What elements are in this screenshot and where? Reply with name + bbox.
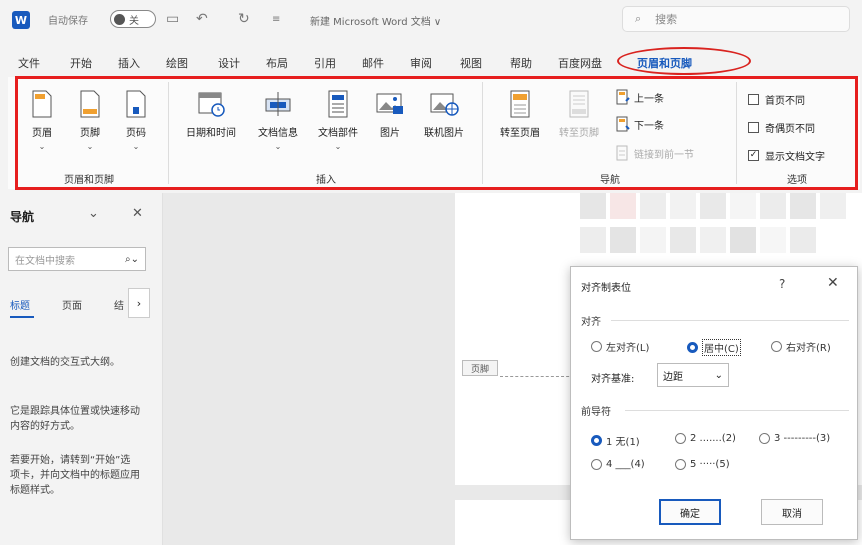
radio-label: 2 .......(2) — [690, 433, 736, 444]
annotation-rectangle — [15, 76, 858, 190]
leader-none-radio[interactable]: 1 无(1) — [591, 433, 640, 448]
tab-help[interactable]: 帮助 — [510, 55, 532, 71]
autosave-toggle[interactable]: 关 — [110, 10, 156, 28]
search-box[interactable]: ⌕ 搜索 — [622, 6, 850, 32]
ok-button[interactable]: 确定 — [659, 499, 721, 525]
autosave-label: 自动保存 — [48, 16, 88, 27]
tab-view[interactable]: 视图 — [460, 55, 482, 71]
align-base-value: 边距 — [663, 371, 683, 383]
autosave-state: 关 — [129, 15, 139, 27]
search-placeholder: 搜索 — [655, 13, 678, 26]
align-left-radio[interactable]: 左对齐(L) — [591, 339, 649, 354]
tab-review[interactable]: 审阅 — [410, 55, 432, 71]
radio-circle — [771, 341, 782, 352]
search-icon: ⌕ — [635, 12, 642, 25]
tab-mailings[interactable]: 邮件 — [362, 55, 384, 71]
radio-label: 1 无(1) — [606, 437, 640, 448]
nav-help-text-1: 创建文档的交互式大纲。 — [10, 357, 120, 368]
leader-dots-radio[interactable]: 2 .......(2) — [675, 433, 736, 444]
radio-circle — [591, 459, 602, 470]
save-icon[interactable]: ▭ — [166, 11, 179, 27]
nav-help-text-3: 若要开始，请转到“开始”选项卡，并向文档中的标题应用标题样式。 — [10, 455, 140, 496]
align-center-radio[interactable]: 居中(C) — [687, 339, 741, 356]
section-divider — [611, 320, 849, 321]
tab-references[interactable]: 引用 — [314, 55, 336, 71]
align-right-radio[interactable]: 右对齐(R) — [771, 339, 831, 354]
word-logo-icon: W — [12, 11, 30, 29]
radio-circle — [675, 459, 686, 470]
tab-insert[interactable]: 插入 — [118, 55, 140, 71]
nav-search-input[interactable]: 在文档中搜索 ⌕⌄ — [8, 247, 146, 271]
radio-circle-selected — [687, 342, 698, 353]
leader-section-label: 前导符 — [581, 407, 611, 418]
radio-circle — [675, 433, 686, 444]
radio-circle — [591, 341, 602, 352]
align-tab-dialog: 对齐制表位 ? ✕ 对齐 左对齐(L) 居中(C) 右对齐(R) 对齐基准: 边… — [570, 266, 858, 540]
annotation-ellipse — [617, 47, 751, 75]
scroll-right-button[interactable]: › — [128, 288, 150, 318]
tab-draw[interactable]: 绘图 — [166, 55, 188, 71]
customize-icon[interactable]: ≡ — [272, 14, 280, 25]
radio-label: 右对齐(R) — [786, 343, 831, 354]
redo-icon[interactable]: ↻ — [238, 11, 250, 27]
leader-middot-radio[interactable]: 5 ·····(5) — [675, 459, 730, 470]
nav-tab-pages[interactable]: 页面 — [62, 297, 82, 312]
close-icon[interactable]: ✕ — [827, 275, 839, 291]
toggle-knob — [114, 13, 125, 25]
radio-label: 左对齐(L) — [606, 343, 650, 354]
tab-design[interactable]: 设计 — [218, 55, 240, 71]
footer-tag: 页脚 — [462, 360, 498, 376]
radio-label: 5 ·····(5) — [690, 459, 730, 470]
chevron-down-icon: ⌄ — [714, 369, 723, 381]
align-base-select[interactable]: 边距 ⌄ — [657, 363, 729, 387]
leader-underline-radio[interactable]: 4 ___(4) — [591, 459, 645, 470]
help-icon[interactable]: ? — [779, 277, 785, 291]
nav-tab-headings[interactable]: 标题 — [10, 297, 30, 312]
tab-baidu-netdisk[interactable]: 百度网盘 — [558, 55, 602, 71]
pixelated-region — [580, 193, 862, 263]
align-section-label: 对齐 — [581, 317, 601, 328]
undo-icon[interactable]: ↶ — [196, 11, 208, 27]
radio-label: 居中(C) — [702, 339, 741, 356]
close-icon[interactable]: ✕ — [132, 206, 143, 221]
dialog-title: 对齐制表位 — [581, 283, 631, 294]
radio-circle — [759, 433, 770, 444]
active-tab-indicator — [10, 316, 34, 318]
leader-dashes-radio[interactable]: 3 ---------(3) — [759, 433, 830, 444]
radio-label: 3 ---------(3) — [774, 433, 831, 444]
cancel-button[interactable]: 取消 — [761, 499, 823, 525]
tab-home[interactable]: 开始 — [70, 55, 92, 71]
chevron-down-icon[interactable]: ⌄ — [88, 206, 99, 221]
nav-tab-results[interactable]: 结 — [114, 297, 124, 312]
radio-circle-selected — [591, 435, 602, 446]
document-title[interactable]: 新建 Microsoft Word 文档 ∨ — [310, 13, 441, 28]
section-divider — [625, 410, 849, 411]
nav-search-placeholder: 在文档中搜索 — [15, 255, 75, 267]
tab-file[interactable]: 文件 — [18, 55, 40, 71]
align-base-label: 对齐基准: — [591, 374, 635, 385]
navigation-title: 导航 — [10, 210, 35, 224]
search-icon[interactable]: ⌕⌄ — [125, 254, 139, 265]
radio-label: 4 ___(4) — [606, 459, 645, 470]
nav-help-text-2: 它是跟踪具体位置或快速移动内容的好方式。 — [10, 406, 140, 432]
tab-layout[interactable]: 布局 — [266, 55, 288, 71]
